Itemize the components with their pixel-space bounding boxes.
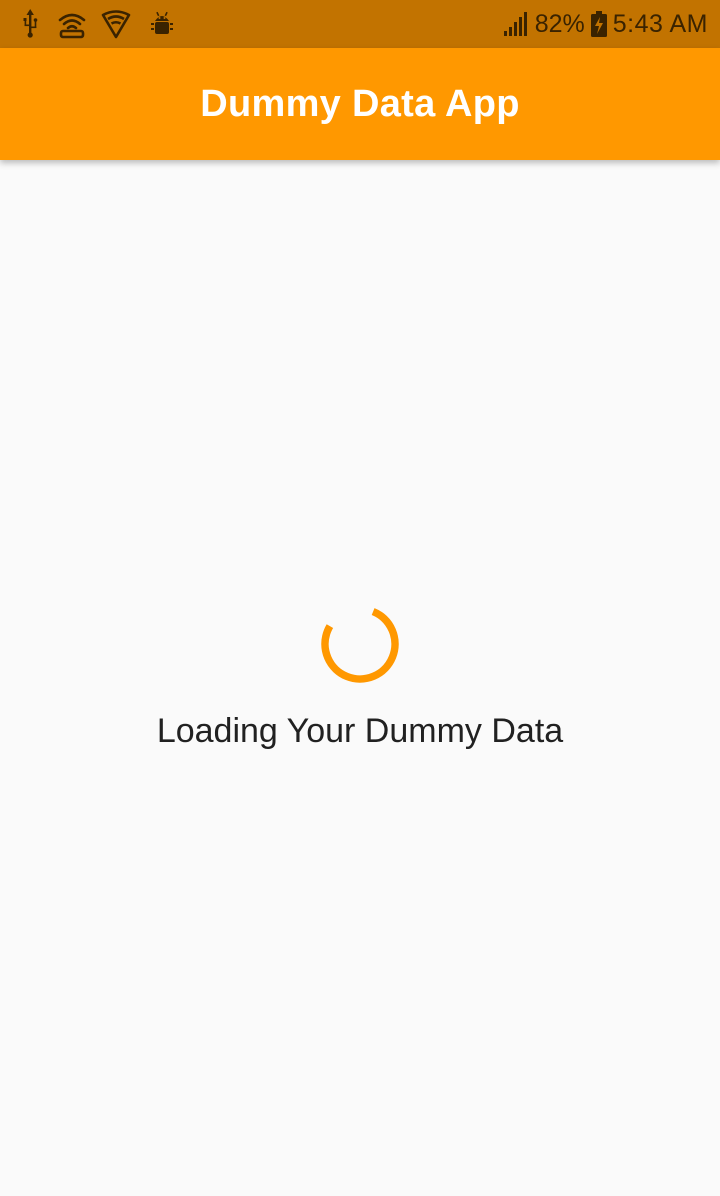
loading-message: Loading Your Dummy Data: [156, 712, 564, 750]
app-bar: Dummy Data App: [0, 48, 720, 160]
battery-percent: 82%: [534, 9, 585, 38]
status-bar-right: 82% 5:43 AM: [503, 0, 708, 48]
app-title: Dummy Data App: [200, 82, 520, 125]
clock: 5:43 AM: [612, 9, 708, 38]
android-debug-icon: [151, 11, 173, 34]
loading-spinner: [321, 605, 399, 683]
main-content: Loading Your Dummy Data: [0, 160, 720, 1196]
signal-icon: [503, 12, 527, 36]
status-bar: 82% 5:43 AM: [0, 0, 720, 48]
usb-icon: [23, 9, 38, 38]
vpn-shield-icon: [101, 10, 131, 39]
battery-charging-icon: [590, 11, 607, 37]
wifi-hotspot-icon: [58, 13, 86, 39]
